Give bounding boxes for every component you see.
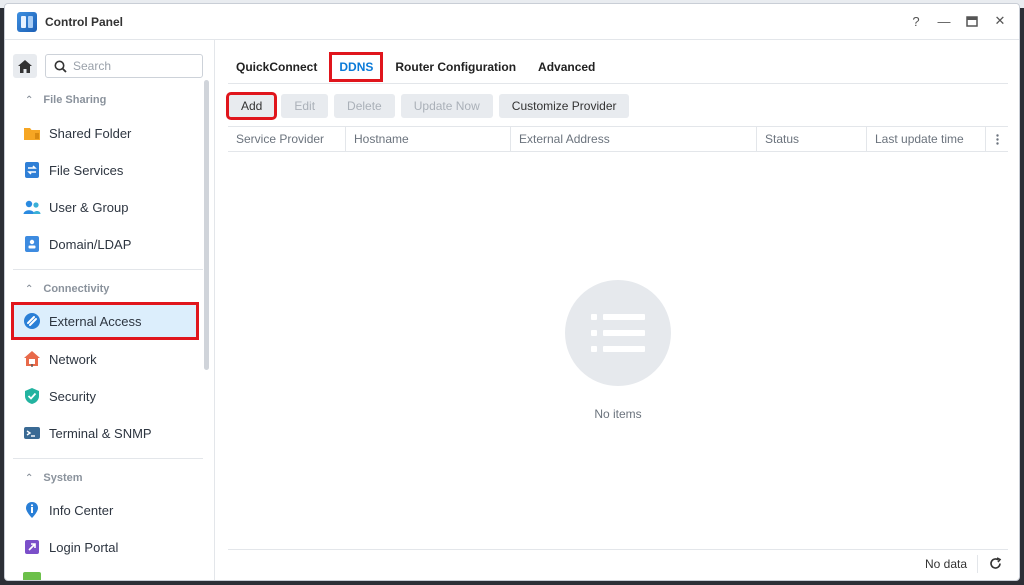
add-button[interactable]: Add xyxy=(225,92,278,120)
terminal-icon xyxy=(23,424,41,442)
column-options-icon[interactable] xyxy=(986,127,1008,151)
section-system[interactable]: ⌃ System xyxy=(25,472,83,484)
domain-icon xyxy=(23,235,41,253)
column-status[interactable]: Status xyxy=(757,127,867,151)
tab-bar: QuickConnect DDNS Router Configuration A… xyxy=(228,52,609,82)
control-panel-app-icon xyxy=(17,11,37,32)
login-portal-icon xyxy=(23,538,41,556)
tab-advanced[interactable]: Advanced xyxy=(530,54,603,80)
section-file-sharing[interactable]: ⌃ File Sharing xyxy=(25,94,106,106)
sidebar-item-info-center[interactable]: Info Center xyxy=(11,493,199,527)
empty-state-text: No items xyxy=(594,407,642,421)
external-access-icon xyxy=(23,312,41,330)
sidebar-item-security[interactable]: Security xyxy=(11,379,199,413)
sidebar-item-file-services[interactable]: File Services xyxy=(11,153,199,187)
home-button[interactable] xyxy=(13,54,37,78)
maximize-icon[interactable] xyxy=(963,12,981,30)
search-box[interactable] xyxy=(45,54,203,78)
tab-router-configuration[interactable]: Router Configuration xyxy=(387,54,524,80)
section-connectivity[interactable]: ⌃ Connectivity xyxy=(25,283,109,295)
sidebar-item-external-access[interactable]: External Access xyxy=(11,302,199,340)
sidebar-search-row xyxy=(13,54,203,78)
close-icon[interactable]: ✕ xyxy=(991,12,1009,30)
window-controls: ? — ✕ xyxy=(907,12,1009,30)
sidebar-item-user-group[interactable]: User & Group xyxy=(11,190,199,224)
sidebar-item-terminal-snmp[interactable]: Terminal & SNMP xyxy=(11,416,199,450)
tab-ddns[interactable]: DDNS xyxy=(329,52,384,82)
table-footer: No data xyxy=(228,549,1008,577)
refresh-icon[interactable] xyxy=(982,557,1008,570)
tab-quickconnect[interactable]: QuickConnect xyxy=(228,54,325,80)
sidebar: ⌃ File Sharing Shared Folder File Servic… xyxy=(5,40,215,580)
delete-button[interactable]: Delete xyxy=(334,94,395,118)
main-content: QuickConnect DDNS Router Configuration A… xyxy=(216,40,1019,580)
window-title: Control Panel xyxy=(45,14,124,29)
empty-list-icon xyxy=(565,280,671,386)
home-icon xyxy=(18,59,32,73)
toolbar: Add Edit Delete Update Now Customize Pro… xyxy=(225,92,630,120)
chevron-up-icon: ⌃ xyxy=(25,94,34,106)
sidebar-divider xyxy=(13,458,203,459)
update-now-button[interactable]: Update Now xyxy=(400,94,493,118)
network-icon xyxy=(23,350,41,368)
footer-status: No data xyxy=(925,554,978,573)
user-group-icon xyxy=(23,198,41,216)
sidebar-item-login-portal[interactable]: Login Portal xyxy=(11,530,199,564)
minimize-icon[interactable]: — xyxy=(935,12,953,30)
column-external-address[interactable]: External Address xyxy=(511,127,757,151)
control-panel-window: Control Panel ? — ✕ ⌃ File Sharing xyxy=(4,3,1020,581)
title-bar: Control Panel ? — ✕ xyxy=(5,4,1019,40)
chevron-up-icon: ⌃ xyxy=(25,283,34,295)
sidebar-item-shared-folder[interactable]: Shared Folder xyxy=(11,116,199,150)
sidebar-scrollbar[interactable] xyxy=(204,80,209,370)
sidebar-divider xyxy=(13,269,203,270)
column-service-provider[interactable]: Service Provider xyxy=(228,127,346,151)
tabs-divider xyxy=(228,83,1008,84)
customize-provider-button[interactable]: Customize Provider xyxy=(498,94,630,118)
table-header: Service Provider Hostname External Addre… xyxy=(228,126,1008,152)
help-icon[interactable]: ? xyxy=(907,12,925,30)
info-icon xyxy=(23,501,41,519)
sidebar-item-network[interactable]: Network xyxy=(11,342,199,376)
edit-button[interactable]: Edit xyxy=(281,94,329,118)
search-input[interactable] xyxy=(73,59,193,73)
sidebar-item-domain-ldap[interactable]: Domain/LDAP xyxy=(11,227,199,261)
shield-icon xyxy=(23,387,41,405)
file-services-icon xyxy=(23,161,41,179)
chevron-up-icon: ⌃ xyxy=(25,472,34,484)
column-last-update-time[interactable]: Last update time xyxy=(867,127,986,151)
column-hostname[interactable]: Hostname xyxy=(346,127,511,151)
search-icon xyxy=(54,60,67,73)
partial-item-icon xyxy=(23,572,41,580)
folder-icon xyxy=(23,124,41,142)
